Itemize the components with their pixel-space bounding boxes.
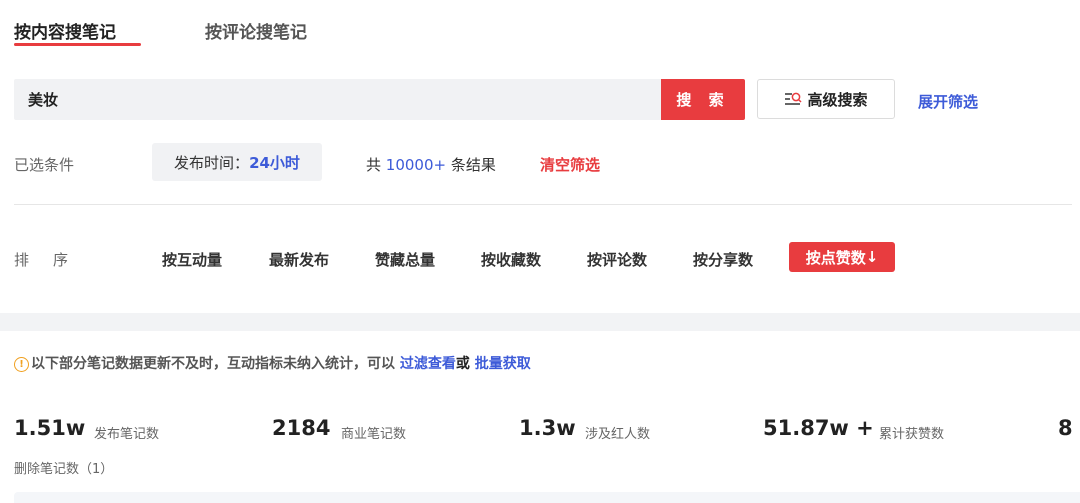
clear-filters-link[interactable]: 清空筛选 <box>540 154 600 175</box>
result-count-number: 10000+ <box>385 156 447 174</box>
sort-option-latest[interactable]: 最新发布 <box>269 249 329 270</box>
tab-search-by-comment[interactable]: 按评论搜笔记 <box>205 18 307 43</box>
batch-fetch-link[interactable]: 批量获取 <box>475 356 531 372</box>
stat-value-truncated: 8 <box>1058 416 1073 440</box>
selected-conditions-label: 已选条件 <box>14 156 75 174</box>
sort-option-shares[interactable]: 按分享数 <box>693 249 753 270</box>
section-separator <box>0 313 1080 331</box>
stat-label-notes: 发布笔记数 <box>94 427 160 442</box>
result-prefix: 共 <box>366 156 382 174</box>
sort-option-interactions[interactable]: 按互动量 <box>162 249 222 270</box>
content-panel-top-edge <box>14 492 1080 503</box>
sort-label: 排序 <box>14 251 93 269</box>
result-count: 共 10000+ 条结果 <box>366 154 496 175</box>
divider <box>14 204 1072 205</box>
warning-icon: ! <box>14 357 29 372</box>
stat-value-total-likes: 51.87w + <box>763 416 874 440</box>
tab-search-by-content[interactable]: 按内容搜笔记 <box>14 18 116 43</box>
sort-option-likes-saves-total[interactable]: 赞藏总量 <box>375 249 435 270</box>
stat-value-business-notes: 2184 <box>272 416 331 440</box>
advanced-search-label: 高级搜索 <box>807 90 868 109</box>
search-button[interactable]: 搜 索 <box>661 79 745 120</box>
stat-value-influencers: 1.3w <box>519 416 576 440</box>
expand-filters-link[interactable]: 展开筛选 <box>918 91 978 112</box>
filter-view-link[interactable]: 过滤查看 <box>400 356 456 372</box>
sort-option-saves[interactable]: 按收藏数 <box>481 249 541 270</box>
deleted-notes-count: 删除笔记数（1） <box>14 462 114 477</box>
search-input[interactable] <box>14 79 661 120</box>
sort-option-comments[interactable]: 按评论数 <box>587 249 647 270</box>
stat-label-business-notes: 商业笔记数 <box>341 427 407 442</box>
stat-value-notes: 1.51w <box>14 416 86 440</box>
notice-text: 以下部分笔记数据更新不及时，互动指标未纳入统计，可以 <box>31 356 395 372</box>
result-suffix: 条结果 <box>450 156 496 174</box>
stat-label-total-likes: 累计获赞数 <box>879 427 945 442</box>
active-tab-indicator <box>14 43 141 46</box>
notice-or: 或 <box>455 356 470 372</box>
advanced-search-icon <box>785 92 803 105</box>
stat-label-influencers: 涉及红人数 <box>585 427 651 442</box>
condition-chip-key: 发布时间： <box>174 153 250 172</box>
advanced-search-button[interactable]: 高级搜索 <box>757 79 895 119</box>
sort-active-label: 按点赞数 <box>805 248 866 267</box>
data-notice: ! 以下部分笔记数据更新不及时，互动指标未纳入统计，可以 过滤查看或 批量获取 <box>14 353 531 373</box>
sort-desc-arrow-icon: ↓ <box>865 248 879 266</box>
condition-chip-value: 24小时 <box>249 153 300 172</box>
sort-option-likes-active[interactable]: 按点赞数 ↓ <box>789 242 895 272</box>
condition-chip-publish-time[interactable]: 发布时间： 24小时 <box>152 143 322 181</box>
